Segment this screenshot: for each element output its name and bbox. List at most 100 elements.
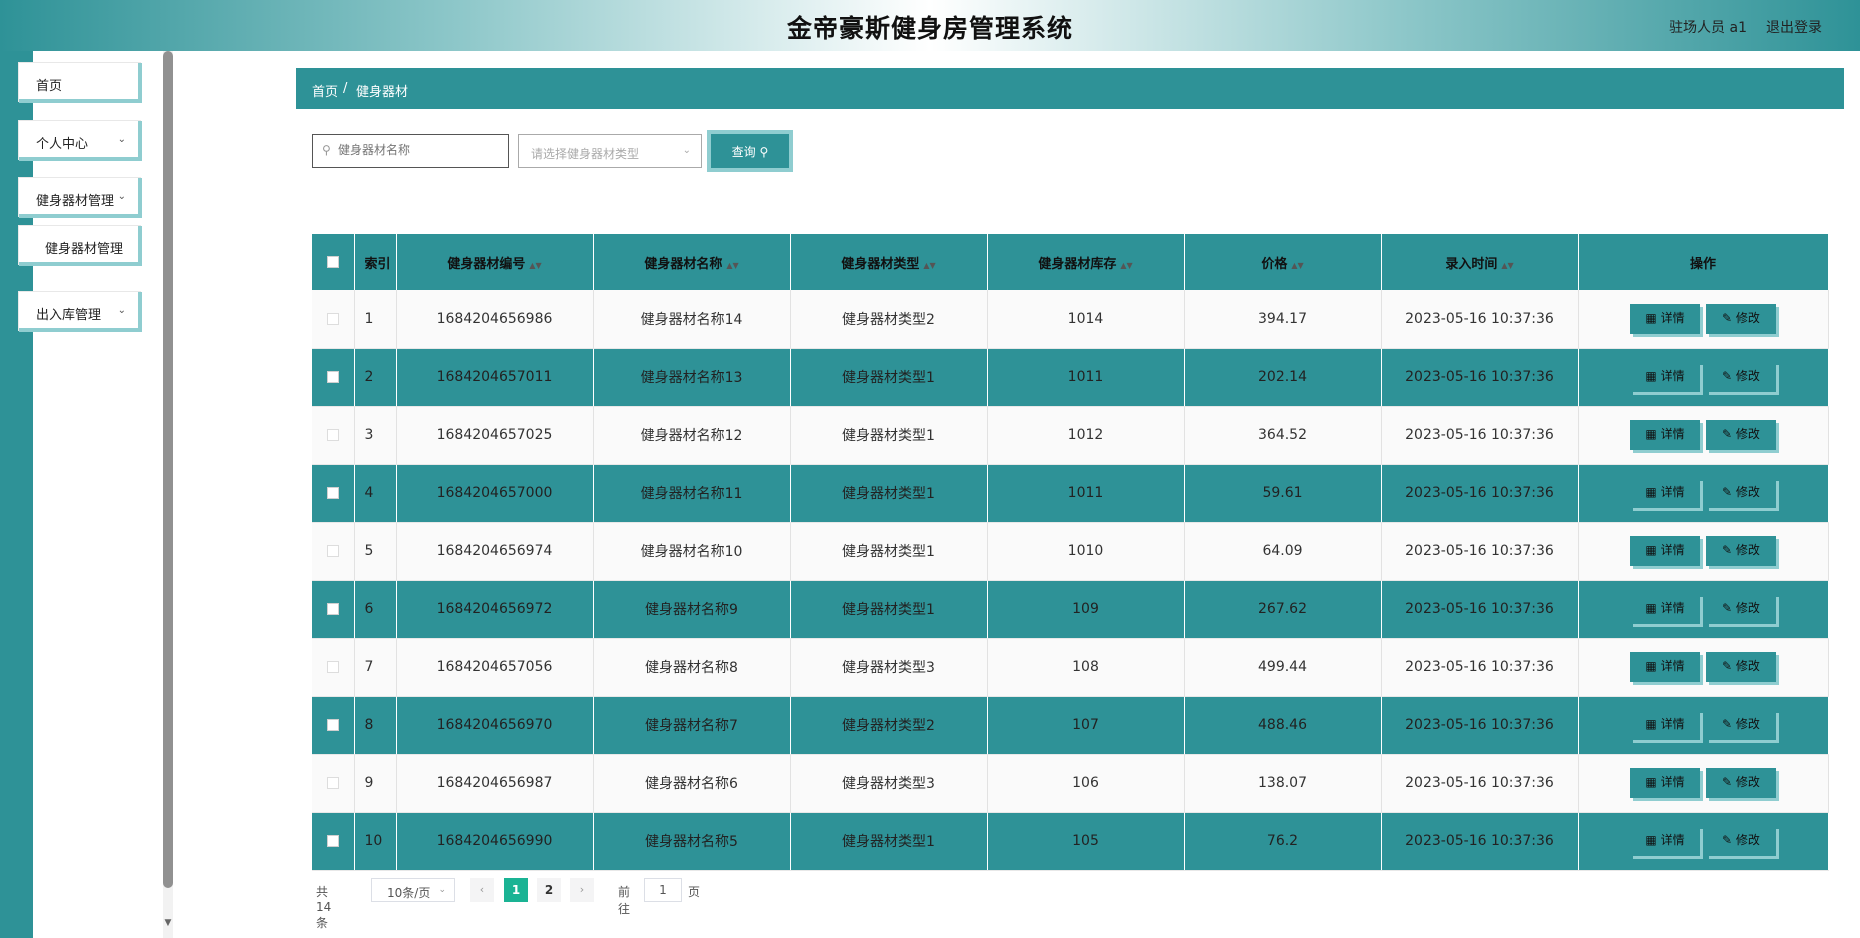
cell-index: 4 xyxy=(354,464,397,523)
sidebar-item-stock-io-management[interactable]: 出入库管理 ⌄ xyxy=(19,292,142,332)
row-checkbox[interactable] xyxy=(326,371,339,383)
breadcrumb: 首页 / 健身器材 xyxy=(296,68,1844,109)
detail-button[interactable]: ▦ 详情 xyxy=(1630,652,1700,682)
header-stock[interactable]: 健身器材库存 ▲▼ xyxy=(987,234,1185,290)
document-icon: ▦ xyxy=(1645,369,1661,383)
cell-price: 499.44 xyxy=(1184,638,1382,697)
document-icon: ▦ xyxy=(1645,775,1661,789)
row-checkbox[interactable] xyxy=(326,719,339,731)
query-button[interactable]: 查询 ⚲ xyxy=(711,134,789,168)
edit-button[interactable]: ✎ 修改 xyxy=(1706,652,1776,682)
detail-button[interactable]: ▦ 详情 xyxy=(1630,594,1700,624)
table-row[interactable]: 9 1684204656987 健身器材名称6 健身器材类型3 106 138.07 202… xyxy=(312,754,1829,813)
goto-page-input[interactable] xyxy=(644,878,682,902)
header-type[interactable]: 健身器材类型 ▲▼ xyxy=(790,234,988,290)
pagination-total: 共 14 条 xyxy=(316,885,332,930)
cell-code: 1684204657056 xyxy=(396,638,594,697)
sidebar-subitem-equipment-management[interactable]: 健身器材管理 xyxy=(19,226,142,266)
edit-button[interactable]: ✎ 修改 xyxy=(1706,420,1776,450)
row-checkbox[interactable] xyxy=(326,835,339,847)
detail-button[interactable]: ▦ 详情 xyxy=(1630,362,1700,392)
sort-icon[interactable]: ▲▼ xyxy=(529,261,541,270)
page-2-button[interactable]: 2 xyxy=(537,878,561,902)
scrollbar-thumb[interactable] xyxy=(163,51,173,888)
row-checkbox[interactable] xyxy=(326,777,339,789)
detail-button[interactable]: ▦ 详情 xyxy=(1630,536,1700,566)
detail-button[interactable]: ▦ 详情 xyxy=(1630,768,1700,798)
row-checkbox[interactable] xyxy=(326,661,339,673)
cell-price: 202.14 xyxy=(1184,348,1382,407)
table-row[interactable]: 10 1684204656990 健身器材名称5 健身器材类型1 105 76.2 2023… xyxy=(312,812,1829,871)
cell-stock: 1014 xyxy=(987,290,1185,349)
sidebar-item-equipment-management[interactable]: 健身器材管理 ⌄ xyxy=(19,178,142,218)
header-time[interactable]: 录入时间 ▲▼ xyxy=(1381,234,1579,290)
table-row[interactable]: 1 1684204656986 健身器材名称14 健身器材类型2 1014 394.17 2… xyxy=(312,290,1829,349)
detail-button[interactable]: ▦ 详情 xyxy=(1630,420,1700,450)
sort-icon[interactable]: ▲▼ xyxy=(1501,261,1513,270)
sort-icon[interactable]: ▲▼ xyxy=(923,261,935,270)
row-select-cell xyxy=(312,580,355,639)
equipment-type-select[interactable]: 请选择健身器材类型 ⌄ xyxy=(518,134,702,168)
page-1-button[interactable]: 1 xyxy=(504,878,528,902)
cell-ops: ▦ 详情 ✎ 修改 xyxy=(1578,696,1829,755)
sidebar-item-home[interactable]: 首页 xyxy=(19,63,142,103)
edit-button[interactable]: ✎ 修改 xyxy=(1706,594,1776,624)
cell-index: 6 xyxy=(354,580,397,639)
detail-button-label: 详情 xyxy=(1660,369,1685,383)
cell-index: 10 xyxy=(354,812,397,871)
cell-name: 健身器材名称5 xyxy=(593,812,791,871)
select-all-checkbox[interactable] xyxy=(326,256,339,268)
edit-button[interactable]: ✎ 修改 xyxy=(1706,478,1776,508)
edit-button[interactable]: ✎ 修改 xyxy=(1706,826,1776,856)
sort-icon[interactable]: ▲▼ xyxy=(1291,261,1303,270)
pencil-icon: ✎ xyxy=(1722,543,1736,557)
row-checkbox[interactable] xyxy=(326,603,339,615)
page-size-select[interactable]: 10条/页 ⌄ xyxy=(371,878,455,902)
row-select-cell xyxy=(312,348,355,407)
detail-button[interactable]: ▦ 详情 xyxy=(1630,478,1700,508)
detail-button[interactable]: ▦ 详情 xyxy=(1630,826,1700,856)
header-price[interactable]: 价格 ▲▼ xyxy=(1184,234,1382,290)
row-checkbox[interactable] xyxy=(326,487,339,499)
sort-icon[interactable]: ▲▼ xyxy=(726,261,738,270)
cell-stock: 1011 xyxy=(987,464,1185,523)
table-row[interactable]: 7 1684204657056 健身器材名称8 健身器材类型3 108 499.44 202… xyxy=(312,638,1829,697)
edit-button[interactable]: ✎ 修改 xyxy=(1706,710,1776,740)
sort-icon[interactable]: ▲▼ xyxy=(1120,261,1132,270)
sidebar-scrollbar[interactable]: ▼ xyxy=(163,51,173,938)
detail-button[interactable]: ▦ 详情 xyxy=(1630,710,1700,740)
edit-button-label: 修改 xyxy=(1735,775,1760,789)
edit-button[interactable]: ✎ 修改 xyxy=(1706,536,1776,566)
cell-price: 59.61 xyxy=(1184,464,1382,523)
equipment-name-search[interactable]: ⚲ xyxy=(312,134,509,168)
table-row[interactable]: 8 1684204656970 健身器材名称7 健身器材类型2 107 488.46 202… xyxy=(312,696,1829,755)
logout-link[interactable]: 退出登录 xyxy=(1766,17,1822,37)
edit-button[interactable]: ✎ 修改 xyxy=(1706,303,1776,334)
cell-type: 健身器材类型3 xyxy=(790,638,988,697)
cell-index: 2 xyxy=(354,348,397,407)
row-checkbox[interactable] xyxy=(326,429,339,441)
edit-button[interactable]: ✎ 修改 xyxy=(1706,362,1776,392)
app-header: 金帝豪斯健身房管理系统 驻场人员 a1 退出登录 xyxy=(0,0,1860,51)
chevron-down-icon: ⌄ xyxy=(117,191,126,202)
header-code[interactable]: 健身器材编号 ▲▼ xyxy=(396,234,594,290)
pencil-icon: ✎ xyxy=(1722,310,1736,325)
next-page-button[interactable]: › xyxy=(570,878,594,902)
breadcrumb-home[interactable]: 首页 xyxy=(312,81,338,100)
table-row[interactable]: 2 1684204657011 健身器材名称13 健身器材类型1 1011 202.14 2… xyxy=(312,348,1829,407)
sidebar-item-personal-center[interactable]: 个人中心 ⌄ xyxy=(19,121,142,161)
table-row[interactable]: 5 1684204656974 健身器材名称10 健身器材类型1 1010 64.09 20… xyxy=(312,522,1829,581)
equipment-name-input[interactable] xyxy=(338,135,498,165)
row-checkbox[interactable] xyxy=(326,545,339,557)
scroll-down-icon[interactable]: ▼ xyxy=(163,918,173,928)
edit-button[interactable]: ✎ 修改 xyxy=(1706,768,1776,798)
detail-button-label: 详情 xyxy=(1660,543,1685,557)
table-row[interactable]: 3 1684204657025 健身器材名称12 健身器材类型1 1012 364.52 2… xyxy=(312,406,1829,465)
prev-page-button[interactable]: ‹ xyxy=(470,878,494,902)
header-name[interactable]: 健身器材名称 ▲▼ xyxy=(593,234,791,290)
edit-button-label: 修改 xyxy=(1735,659,1760,673)
table-row[interactable]: 6 1684204656972 健身器材名称9 健身器材类型1 109 267.62 202… xyxy=(312,580,1829,639)
detail-button[interactable]: ▦ 详情 xyxy=(1630,303,1700,334)
table-row[interactable]: 4 1684204657000 健身器材名称11 健身器材类型1 1011 59.61 20… xyxy=(312,464,1829,523)
row-checkbox[interactable] xyxy=(326,312,339,325)
